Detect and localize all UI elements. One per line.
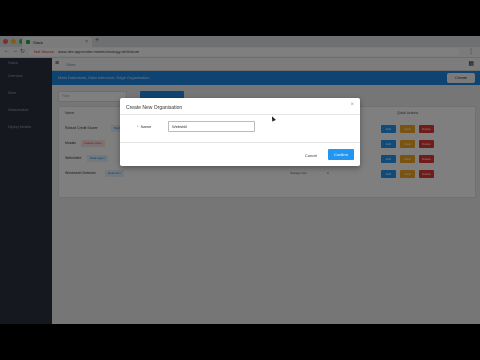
confirm-button[interactable]: Confirm	[328, 149, 354, 160]
dialog-title: Create New Organisation	[126, 105, 183, 111]
dialog-divider	[120, 114, 360, 115]
name-input[interactable]	[168, 121, 255, 132]
name-label-text: Name	[140, 124, 152, 129]
required-asterisk: *	[137, 124, 139, 129]
modal-backdrop[interactable]	[0, 36, 480, 324]
close-icon[interactable]: ×	[350, 102, 354, 108]
name-field-label: * Name	[137, 124, 151, 129]
dialog-divider	[120, 142, 360, 143]
browser-window: Stack × + ← → ↻ Not Securewww.dev.appcen…	[0, 36, 480, 324]
cancel-button[interactable]: Cancel	[299, 150, 323, 160]
create-organisation-dialog: Create New Organisation × *Name Cancel C…	[120, 98, 360, 166]
